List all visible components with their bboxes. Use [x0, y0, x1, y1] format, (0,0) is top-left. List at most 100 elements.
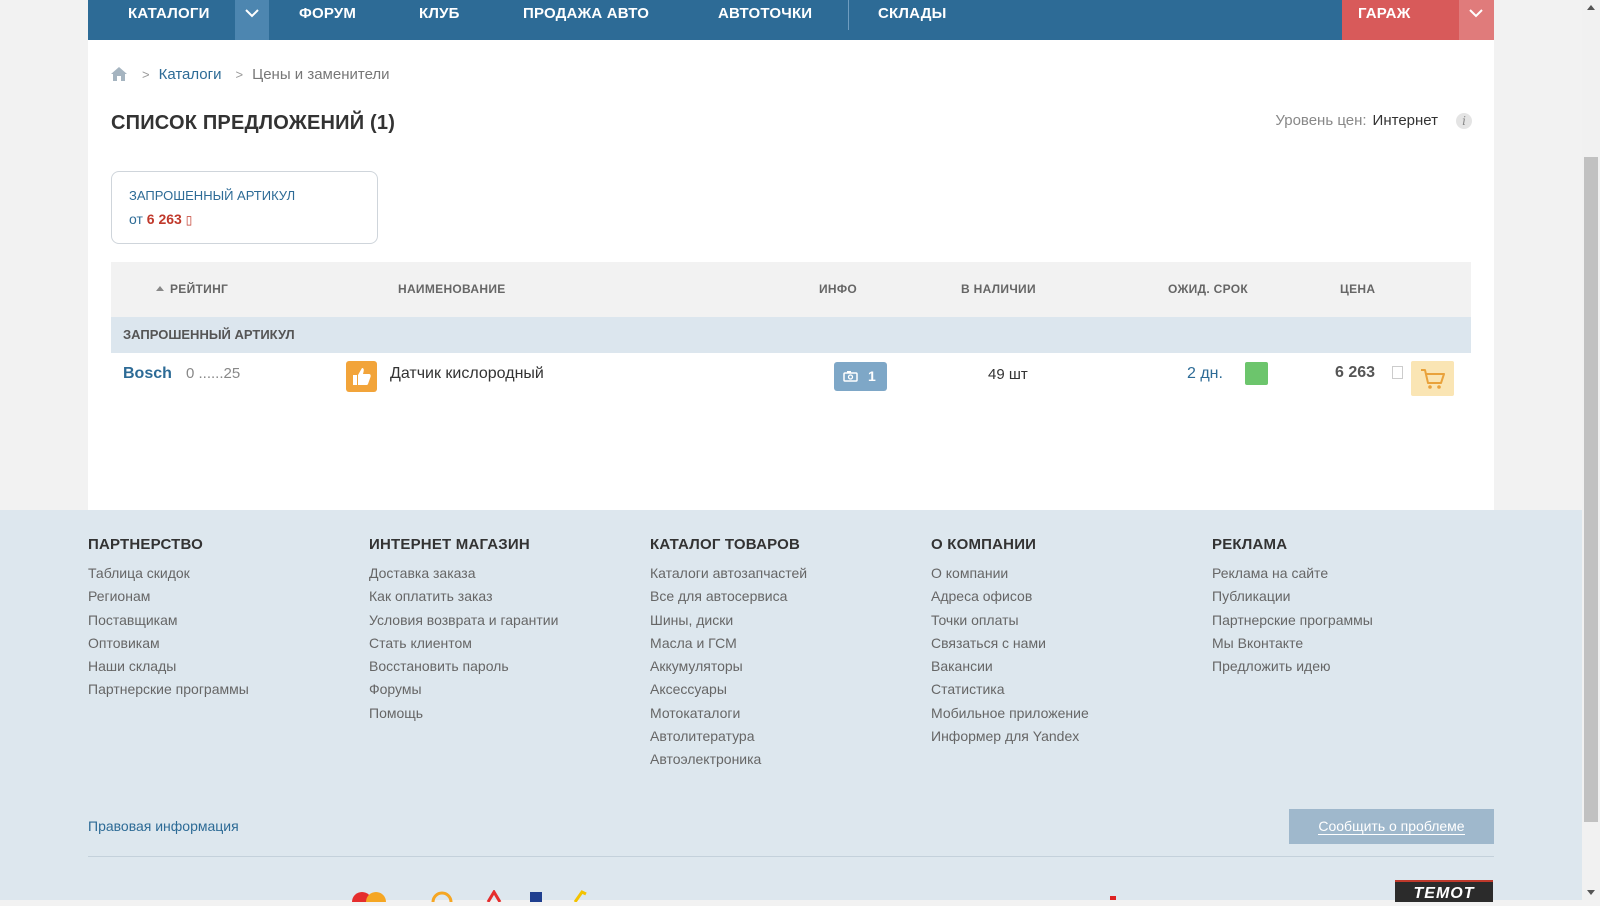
report-problem-label: Сообщить о проблеме [1318, 818, 1465, 835]
footer-col-title: ИНТЕРНЕТ МАГАЗИН [369, 536, 530, 553]
price-prefix: от [129, 211, 143, 227]
payment-logo-icon [486, 890, 502, 902]
decorative-mark [1110, 896, 1116, 900]
footer-link[interactable]: Статистика [931, 678, 1089, 701]
footer-link[interactable]: Автолитература [650, 725, 807, 748]
row-term: 2 дн. [1187, 365, 1223, 382]
breadcrumb-link-catalogs[interactable]: Каталоги [159, 66, 222, 83]
nav-item-forum[interactable]: ФОРУМ [299, 0, 356, 40]
footer-link[interactable]: Предложить идею [1212, 655, 1373, 678]
legal-info-link[interactable]: Правовая информация [88, 818, 239, 834]
payment-logo-icon [573, 890, 587, 902]
footer-link[interactable]: Точки оплаты [931, 609, 1089, 632]
group-label: ЗАПРОШЕННЫЙ АРТИКУЛ [123, 327, 295, 342]
footer-link[interactable]: Аккумуляторы [650, 655, 807, 678]
footer-link[interactable]: Условия возврата и гарантии [369, 609, 558, 632]
footer-link[interactable]: Таблица скидок [88, 562, 249, 585]
sort-asc-icon [156, 286, 164, 291]
footer-link[interactable]: Каталоги автозапчастей [650, 562, 807, 585]
footer-col-title: РЕКЛАМА [1212, 536, 1288, 553]
footer-link[interactable]: О компании [931, 562, 1089, 585]
scroll-up-arrow-icon[interactable] [1587, 5, 1595, 10]
nav-divider [848, 0, 849, 30]
footer-link[interactable]: Партнерские программы [1212, 609, 1373, 632]
footer-link[interactable]: Как оплатить заказ [369, 585, 558, 608]
row-price: 6 263 [1335, 364, 1376, 381]
ruble-icon: ▯ [185, 213, 193, 227]
footer-link[interactable]: Реклама на сайте [1212, 562, 1373, 585]
footer-link[interactable]: Аксессуары [650, 678, 807, 701]
scrollbar-thumb[interactable] [1584, 157, 1598, 822]
footer-col-advertising: РЕКЛАМА Реклама на сайте Публикации Парт… [1212, 536, 1373, 678]
footer-col-title: КАТАЛОГ ТОВАРОВ [650, 536, 801, 553]
nav-item-garage[interactable]: ГАРАЖ [1358, 0, 1410, 40]
home-icon[interactable] [110, 66, 128, 82]
footer-link[interactable]: Помощь [369, 702, 558, 725]
footer-link[interactable]: Оптовикам [88, 632, 249, 655]
table-group-row: ЗАПРОШЕННЫЙ АРТИКУЛ [111, 317, 1471, 353]
price-value: 6 263 [146, 211, 182, 227]
footer-col-title: О КОМПАНИИ [931, 536, 1037, 553]
footer-link[interactable]: Партнерские программы [88, 678, 249, 701]
temot-logo[interactable]: TEMOT [1395, 880, 1493, 902]
price-level-value[interactable]: Интернет [1373, 112, 1438, 129]
header-rating[interactable]: РЕЙТИНГ [156, 282, 228, 296]
camera-icon [843, 371, 858, 382]
footer-link[interactable]: Мы Вконтакте [1212, 632, 1373, 655]
header-price[interactable]: ЦЕНА [1340, 282, 1375, 296]
rating-thumbs-up-icon [346, 361, 377, 392]
report-problem-button[interactable]: Сообщить о проблеме [1289, 809, 1494, 844]
nav-garage-dropdown[interactable] [1459, 0, 1494, 40]
footer-link[interactable]: Восстановить пароль [369, 655, 558, 678]
header-info[interactable]: ИНФО [819, 282, 857, 296]
row-info-count: 1 [868, 368, 876, 384]
footer-link[interactable]: Адреса офисов [931, 585, 1089, 608]
row-product-name[interactable]: Датчик кислородный [390, 365, 544, 383]
table-row: Bosch 0 ......25 Датчик кислородный 1 49… [111, 353, 1471, 403]
scroll-down-arrow-icon[interactable] [1587, 890, 1595, 895]
nav-item-catalogs[interactable]: КАТАЛОГИ [128, 0, 210, 40]
footer-link[interactable]: Стать клиентом [369, 632, 558, 655]
footer-link[interactable]: Поставщикам [88, 609, 249, 632]
delivery-status-indicator [1245, 362, 1268, 385]
nav-garage[interactable]: ГАРАЖ [1342, 0, 1494, 40]
footer-link[interactable]: Связаться с нами [931, 632, 1089, 655]
footer-link[interactable]: Мотокаталоги [650, 702, 807, 725]
footer-col-partnership: ПАРТНЕРСТВО Таблица скидок Регионам Пост… [88, 536, 249, 702]
ruble-icon [1392, 366, 1403, 379]
footer-col-company: О КОМПАНИИ О компании Адреса офисов Точк… [931, 536, 1089, 748]
header-stock[interactable]: В НАЛИЧИИ [961, 282, 1036, 296]
nav-item-auto-points[interactable]: АВТОТОЧКИ [718, 0, 812, 40]
footer-link[interactable]: Регионам [88, 585, 249, 608]
price-level: Уровень цен: Интернет i [1275, 112, 1472, 129]
nav-item-car-sale[interactable]: ПРОДАЖА АВТО [523, 0, 649, 40]
footer-link[interactable]: Форумы [369, 678, 558, 701]
row-info-button[interactable]: 1 [834, 362, 887, 391]
footer-link[interactable]: Вакансии [931, 655, 1089, 678]
vertical-scrollbar[interactable] [1582, 0, 1600, 900]
add-to-cart-button[interactable] [1411, 361, 1454, 396]
payment-logo-icon [530, 892, 542, 902]
header-rating-label: РЕЙТИНГ [170, 282, 229, 296]
nav-catalogs-dropdown[interactable] [235, 0, 269, 40]
breadcrumb-separator: > [142, 66, 150, 82]
requested-article-price: от 6 263 ▯ [129, 211, 192, 227]
footer-link[interactable]: Масла и ГСМ [650, 632, 807, 655]
footer-link[interactable]: Доставка заказа [369, 562, 558, 585]
nav-item-club[interactable]: КЛУБ [419, 0, 460, 40]
info-icon[interactable]: i [1456, 112, 1472, 129]
chevron-down-icon [245, 9, 259, 18]
footer-link[interactable]: Шины, диски [650, 609, 807, 632]
footer-link[interactable]: Мобильное приложение [931, 702, 1089, 725]
requested-article-card[interactable]: ЗАПРОШЕННЫЙ АРТИКУЛ от 6 263 ▯ [111, 171, 378, 244]
footer-link[interactable]: Публикации [1212, 585, 1373, 608]
footer-link[interactable]: Информер для Yandex [931, 725, 1089, 748]
row-brand[interactable]: Bosch [123, 365, 172, 383]
footer-link[interactable]: Автоэлектроника [650, 748, 807, 771]
nav-item-warehouses[interactable]: СКЛАДЫ [878, 0, 946, 40]
footer-link[interactable]: Наши склады [88, 655, 249, 678]
header-name[interactable]: НАИМЕНОВАНИЕ [398, 282, 506, 296]
footer-link[interactable]: Все для автосервиса [650, 585, 807, 608]
header-term[interactable]: ОЖИД. СРОК [1168, 282, 1248, 296]
chevron-down-icon [1469, 9, 1483, 18]
